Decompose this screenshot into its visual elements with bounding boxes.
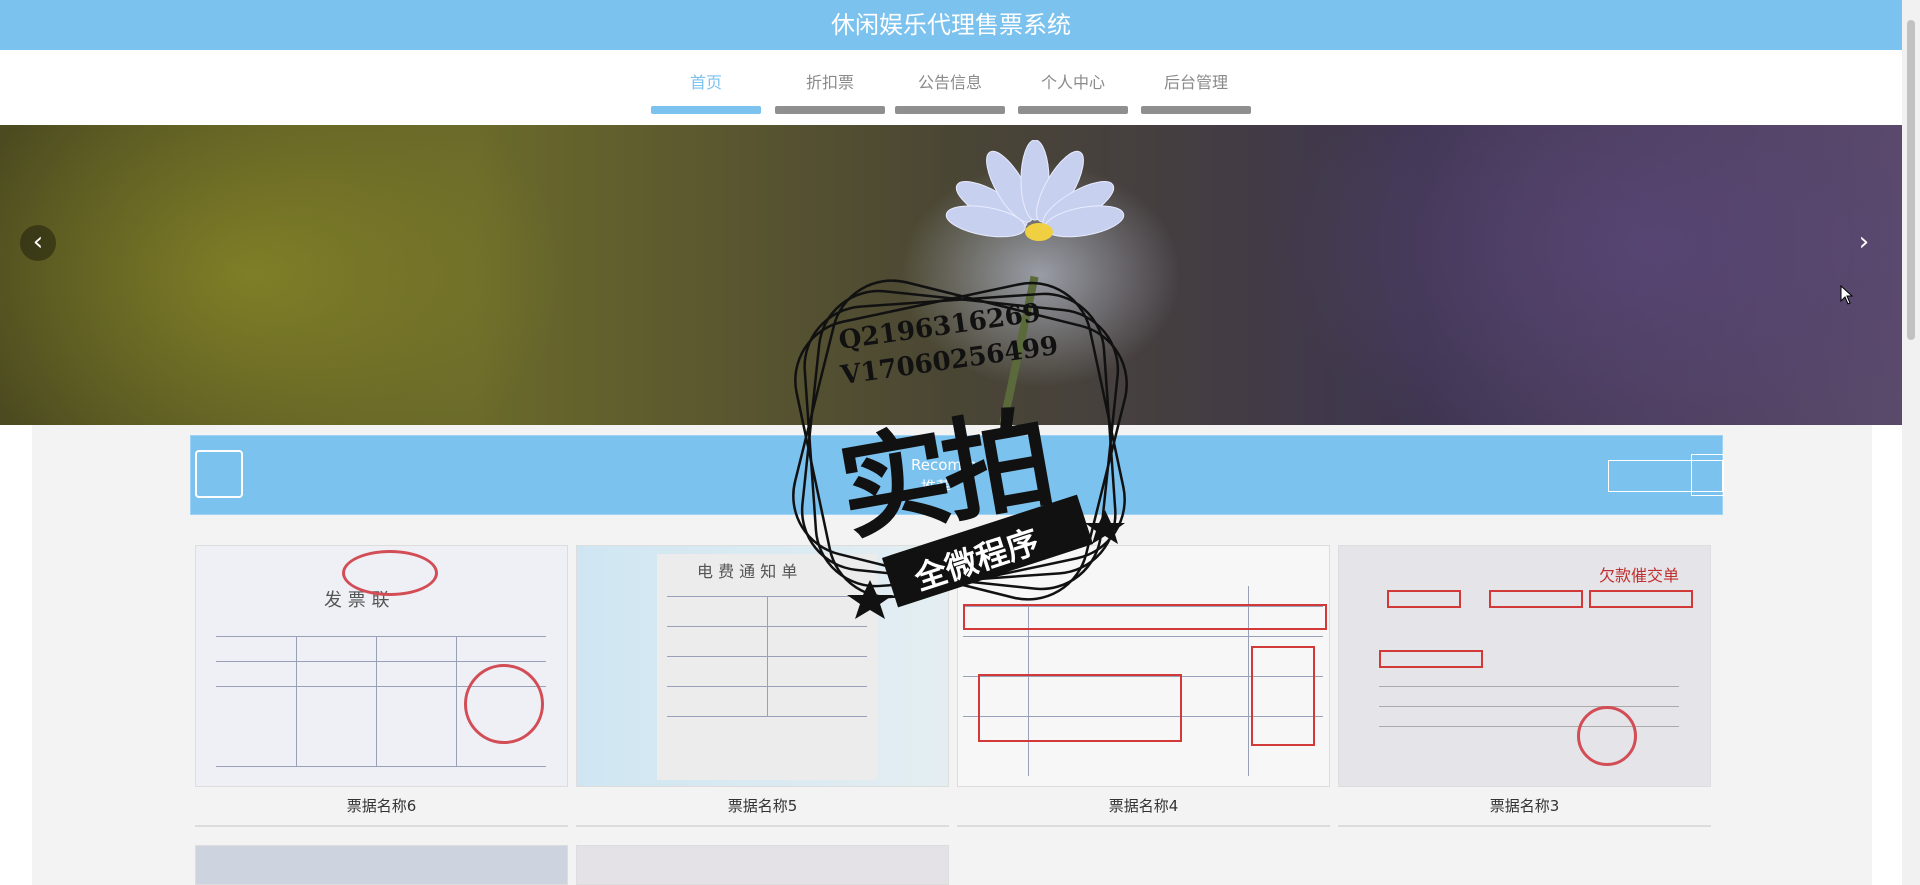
ticket-thumbnail[interactable]: 发 票 联 xyxy=(195,545,568,787)
overdue-notice-image: 欠款催交单 xyxy=(1339,546,1710,786)
page-scrollbar[interactable] xyxy=(1902,0,1920,885)
highlight-box xyxy=(1589,590,1693,608)
nav-item-admin[interactable]: 后台管理 xyxy=(1141,62,1251,114)
mouse-cursor-icon xyxy=(1840,285,1854,305)
ticket-card[interactable]: 欠款催交单 票据名称3 xyxy=(1338,545,1711,827)
document-heading: 欠款催交单 xyxy=(1599,566,1680,585)
red-stamp xyxy=(342,550,438,596)
nav-item-announcements[interactable]: 公告信息 xyxy=(895,62,1005,114)
nav-item-discount-tickets[interactable]: 折扣票 xyxy=(775,62,885,114)
section-icon-box xyxy=(195,450,243,498)
nav-item-label: 后台管理 xyxy=(1163,73,1228,92)
chevron-right-icon: › xyxy=(1858,227,1870,257)
ticket-name[interactable]: 票据名称6 xyxy=(195,787,568,827)
red-stamp xyxy=(1577,706,1637,766)
ticket-name[interactable]: 票据名称4 xyxy=(957,787,1330,827)
ticket-name[interactable]: 票据名称3 xyxy=(1338,787,1711,827)
scrollbar-thumb[interactable] xyxy=(1907,20,1915,340)
ticket-thumbnail[interactable] xyxy=(195,845,568,885)
red-stamp xyxy=(464,664,544,744)
ticket-name[interactable]: 票据名称5 xyxy=(576,787,949,827)
nav-item-label: 首页 xyxy=(689,73,722,92)
ticket-card[interactable] xyxy=(576,845,949,885)
nav-item-label: 个人中心 xyxy=(1040,73,1105,92)
highlight-box xyxy=(1379,650,1483,668)
highlight-box xyxy=(1251,646,1315,746)
main-nav: 首页 折扣票 公告信息 个人中心 后台管理 xyxy=(0,62,1902,120)
carousel-prev-button[interactable]: ‹ xyxy=(20,225,56,261)
nav-item-label: 公告信息 xyxy=(917,73,982,92)
nav-underline xyxy=(1141,106,1251,114)
ticket-thumbnail[interactable]: 欠款催交单 xyxy=(1338,545,1711,787)
ticket-card[interactable] xyxy=(195,845,568,885)
site-title: 休闲娱乐代理售票系统 xyxy=(831,11,1071,39)
nav-underline xyxy=(895,106,1005,114)
highlight-box xyxy=(978,674,1182,742)
nav-underline xyxy=(775,106,885,114)
ticket-card[interactable]: 发 票 联 票据名称6 xyxy=(195,545,568,827)
more-button-decoration xyxy=(1691,454,1724,496)
nav-item-home[interactable]: 首页 xyxy=(651,62,761,114)
nav-item-personal-center[interactable]: 个人中心 xyxy=(1018,62,1128,114)
carousel-next-button[interactable]: › xyxy=(1846,225,1882,261)
highlight-box xyxy=(1387,590,1461,608)
chevron-left-icon: ‹ xyxy=(32,227,44,257)
nav-underline xyxy=(651,106,761,114)
invoice-document-image: 发 票 联 xyxy=(196,546,567,786)
highlight-box xyxy=(1489,590,1583,608)
nav-item-label: 折扣票 xyxy=(805,73,854,92)
ticket-thumbnail[interactable] xyxy=(576,845,949,885)
nav-underline xyxy=(1018,106,1128,114)
